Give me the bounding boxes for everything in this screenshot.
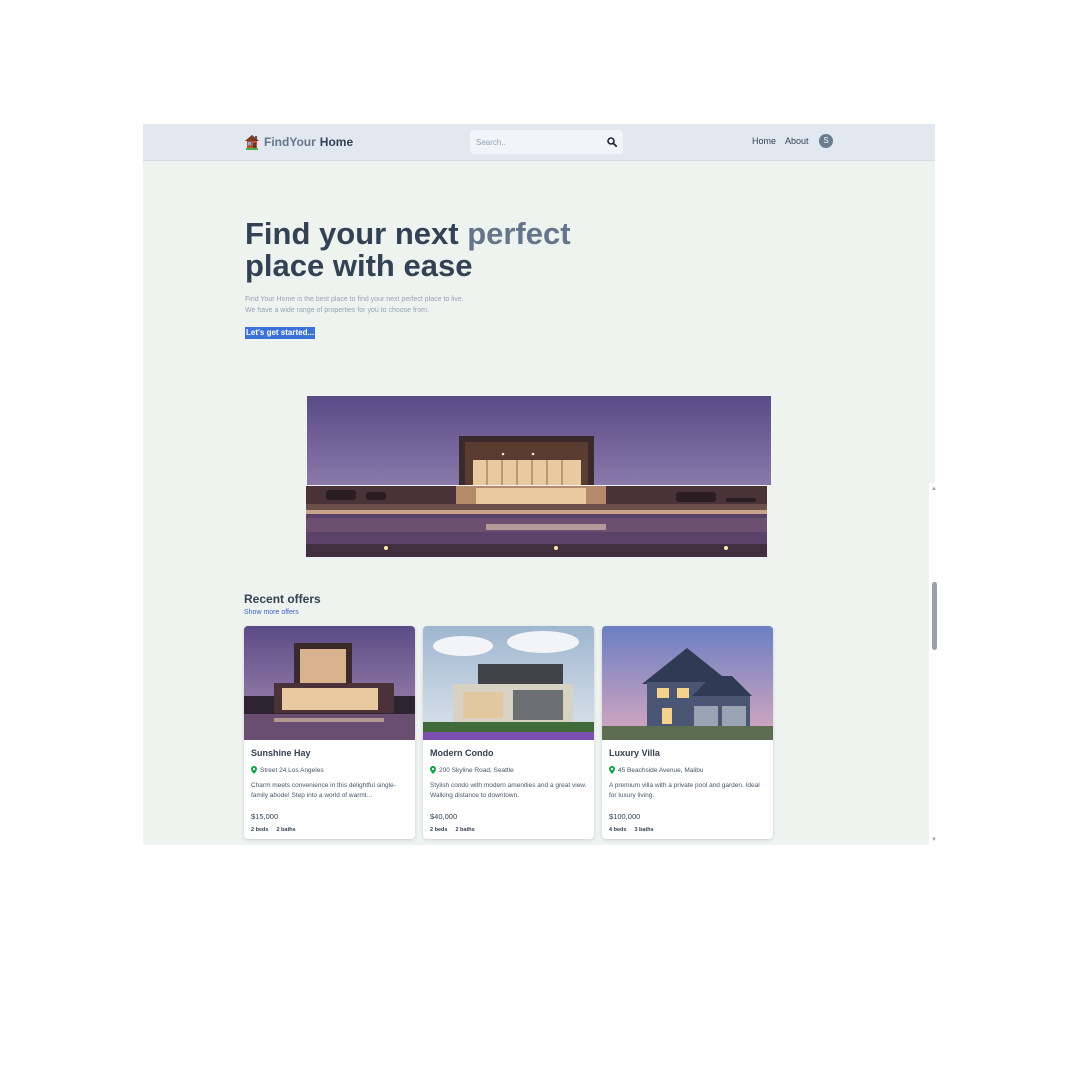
offer-card-specs: 2 beds 2 baths (430, 827, 483, 833)
offer-card-address-text: 45 Beachside Avenue, Malibu (618, 766, 704, 774)
offer-card-image (602, 626, 773, 740)
show-more-offers-link[interactable]: Show more offers (244, 609, 299, 616)
offer-card-address: 45 Beachside Avenue, Malibu (609, 766, 704, 774)
site-logo[interactable]: FindYour Home (244, 134, 353, 150)
offer-card-beds: 4 beds (609, 827, 627, 833)
offer-card-price: $15,000 (251, 812, 279, 821)
hero-house-image-bottom-graphic (306, 486, 767, 557)
house-icon (245, 135, 259, 150)
offer-card-address: Street 24 Los Angeles (251, 766, 324, 774)
offer-card-address-text: Street 24 Los Angeles (260, 766, 324, 774)
offer-card-baths: 3 baths (634, 827, 654, 833)
offer-card-specs: 2 beds 2 baths (251, 827, 304, 833)
hero-title-highlight: perfect (467, 216, 571, 251)
location-pin-icon (251, 766, 257, 774)
hero-house-image-top-graphic (307, 396, 771, 485)
offer-card-image-graphic (602, 626, 773, 740)
scroll-up-arrow-icon[interactable]: ▲ (931, 486, 937, 492)
offer-card-image-graphic (423, 626, 594, 740)
hero-description: Find Your Home is the best place to find… (245, 294, 505, 316)
hero-title-part2: place with ease (245, 248, 473, 283)
top-navbar: FindYour Home Home About S (143, 124, 935, 161)
get-started-link[interactable]: Let's get started... (245, 327, 316, 339)
offer-card[interactable]: Modern Condo 200 Skyline Road, Seattle S… (423, 626, 594, 839)
hero-title-part1: Find your next (245, 216, 468, 251)
offer-card-description: A premium villa with a private pool and … (609, 782, 760, 799)
offer-card-address: 200 Skyline Road, Seattle (430, 766, 514, 774)
search-icon[interactable] (607, 137, 617, 147)
hero-house-image-bottom (306, 486, 767, 557)
offer-card-price: $100,000 (609, 812, 641, 821)
offer-card-name: Sunshine Hay (251, 748, 311, 758)
scroll-down-arrow-icon[interactable]: ▼ (931, 837, 937, 843)
vertical-scrollbar[interactable] (929, 483, 939, 845)
offer-card-beds: 2 beds (430, 827, 448, 833)
nav-link-about[interactable]: About (785, 136, 809, 146)
hero-house-image-top (307, 396, 771, 485)
nav-link-home[interactable]: Home (752, 136, 776, 146)
offer-card-baths: 2 baths (276, 827, 296, 833)
user-avatar[interactable]: S (819, 134, 833, 148)
offer-card-image (244, 626, 415, 740)
hero-description-line2: We have a wide range of properties for y… (245, 307, 429, 314)
hero-description-line1: Find Your Home is the best place to find… (245, 296, 464, 303)
offer-card[interactable]: Sunshine Hay Street 24 Los Angeles Charm… (244, 626, 415, 839)
location-pin-icon (609, 766, 615, 774)
scrollbar-thumb[interactable] (932, 582, 937, 650)
offer-card-specs: 4 beds 3 baths (609, 827, 662, 833)
location-pin-icon (430, 766, 436, 774)
offer-card[interactable]: Luxury Villa 45 Beachside Avenue, Malibu… (602, 626, 773, 839)
search-input[interactable] (470, 130, 606, 154)
offer-card-image (423, 626, 594, 740)
offer-card-beds: 2 beds (251, 827, 269, 833)
offer-card-description: Stylish condo with modern amenities and … (430, 782, 587, 799)
offer-card-name: Modern Condo (430, 748, 494, 758)
offer-card-image-graphic (244, 626, 415, 740)
offer-card-name: Luxury Villa (609, 748, 660, 758)
offer-card-baths: 2 baths (455, 827, 475, 833)
recent-offers-heading: Recent offers (244, 592, 321, 606)
offer-card-price: $40,000 (430, 812, 458, 821)
search-bar (470, 130, 623, 154)
logo-text-home: Home (319, 135, 354, 149)
browser-viewport: FindYour Home Home About S Find your nex… (143, 124, 935, 845)
hero-title: Find your next perfect place with ease (245, 218, 645, 282)
offer-card-address-text: 200 Skyline Road, Seattle (439, 766, 514, 774)
offer-card-description: Charm meets convenience in this delightf… (251, 782, 396, 799)
logo-text-findyour: FindYour (264, 135, 316, 149)
